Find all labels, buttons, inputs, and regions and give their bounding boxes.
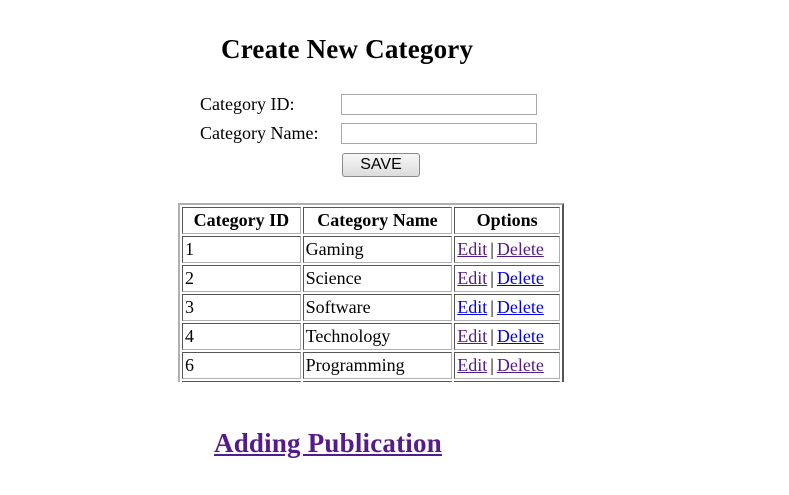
- cell-category-name: Technology: [302, 323, 453, 350]
- table-header-row: Category ID Category Name Options: [182, 207, 560, 234]
- table-row: [182, 381, 560, 382]
- cell-category-id: [182, 381, 301, 382]
- options-separator: |: [490, 326, 494, 346]
- edit-link[interactable]: Edit: [457, 297, 487, 317]
- header-category-id: Category ID: [182, 207, 301, 234]
- options-separator: |: [490, 355, 494, 375]
- category-table: Category ID Category Name Options 1 Gami…: [178, 203, 564, 382]
- page: Create New Category Category ID: Categor…: [0, 0, 789, 495]
- table-row: 2 Science Edit | Delete: [182, 265, 560, 292]
- delete-link[interactable]: Delete: [497, 239, 544, 259]
- cell-category-name: Programming: [302, 352, 453, 379]
- cell-category-id: 3: [182, 294, 301, 321]
- delete-link[interactable]: Delete: [497, 326, 544, 346]
- category-id-row: Category ID:: [200, 91, 537, 117]
- cell-options: Edit | Delete: [454, 352, 560, 379]
- header-category-name: Category Name: [302, 207, 453, 234]
- category-id-label: Category ID:: [200, 93, 295, 114]
- cell-options: Edit | Delete: [454, 265, 560, 292]
- edit-link[interactable]: Edit: [457, 268, 487, 288]
- page-title: Create New Category: [221, 34, 474, 64]
- cell-category-name: Science: [302, 265, 453, 292]
- edit-link[interactable]: Edit: [457, 239, 487, 259]
- delete-link[interactable]: Delete: [497, 297, 544, 317]
- cell-category-name: Gaming: [302, 236, 453, 263]
- cell-options: Edit | Delete: [454, 323, 560, 350]
- cell-category-id: 6: [182, 352, 301, 379]
- table-row: 3 Software Edit | Delete: [182, 294, 560, 321]
- cell-category-id: 2: [182, 265, 301, 292]
- table-row: 4 Technology Edit | Delete: [182, 323, 560, 350]
- cell-options: Edit | Delete: [454, 294, 560, 321]
- cell-category-id: 4: [182, 323, 301, 350]
- options-separator: |: [490, 239, 494, 259]
- category-table-container: Category ID Category Name Options 1 Gami…: [178, 203, 564, 382]
- options-separator: |: [490, 268, 494, 288]
- save-button[interactable]: SAVE: [342, 153, 420, 177]
- cell-options: Edit | Delete: [454, 236, 560, 263]
- table-row: 6 Programming Edit | Delete: [182, 352, 560, 379]
- delete-link[interactable]: Delete: [497, 268, 544, 288]
- cell-category-id: 1: [182, 236, 301, 263]
- delete-link[interactable]: Delete: [497, 355, 544, 375]
- cell-options: [454, 381, 560, 382]
- adding-publication-link[interactable]: Adding Publication: [214, 428, 442, 459]
- edit-link[interactable]: Edit: [457, 326, 487, 346]
- options-separator: |: [490, 297, 494, 317]
- cell-category-name: [302, 381, 453, 382]
- edit-link[interactable]: Edit: [457, 355, 487, 375]
- category-name-row: Category Name:: [200, 120, 537, 146]
- table-row: 1 Gaming Edit | Delete: [182, 236, 560, 263]
- category-name-input[interactable]: [341, 122, 537, 144]
- category-id-input[interactable]: [341, 93, 537, 115]
- category-name-label: Category Name:: [200, 122, 319, 143]
- header-options: Options: [454, 207, 560, 234]
- cell-category-name: Software: [302, 294, 453, 321]
